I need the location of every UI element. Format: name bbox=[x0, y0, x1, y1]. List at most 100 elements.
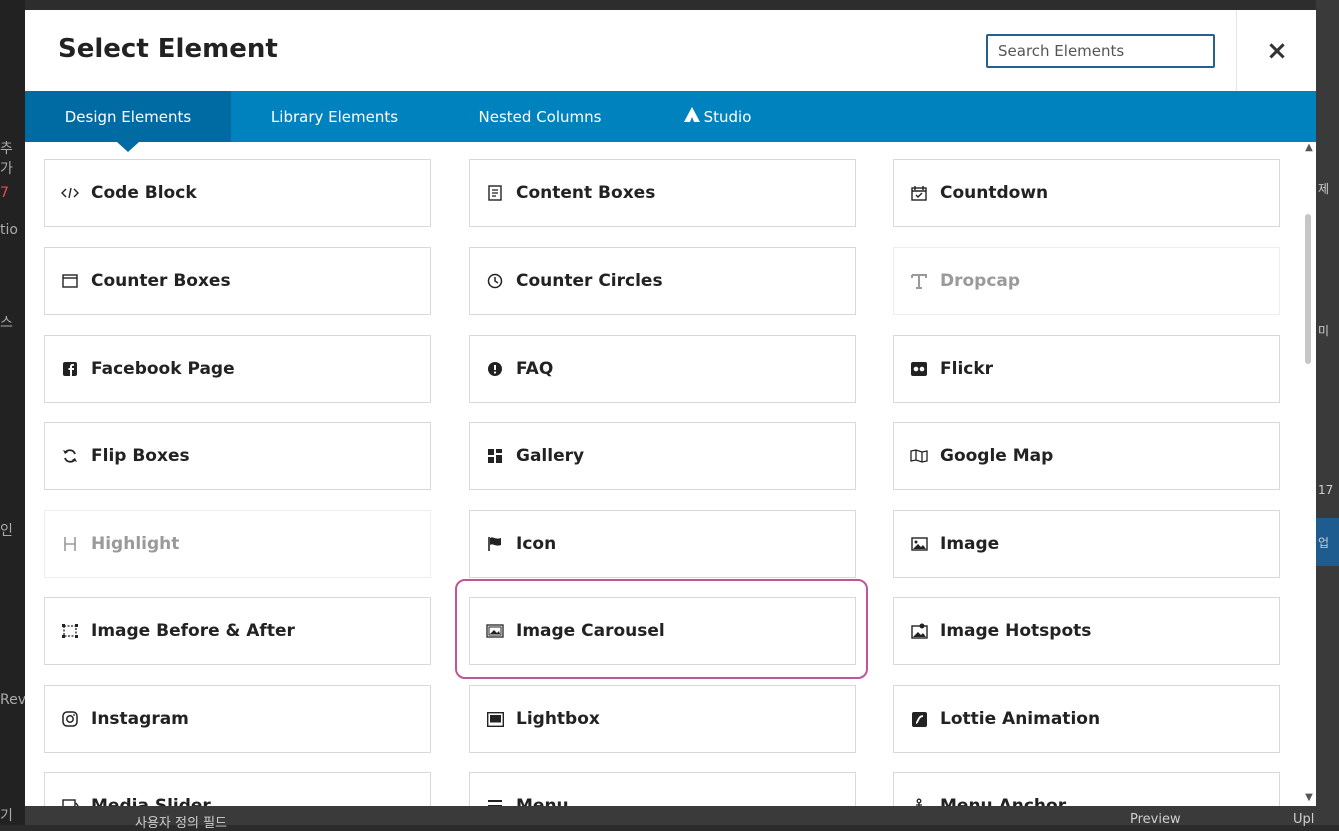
element-label: Image Carousel bbox=[516, 621, 665, 641]
element-label: Counter Circles bbox=[516, 271, 663, 291]
menu-icon bbox=[486, 797, 504, 806]
element-image-hotspots[interactable]: Image Hotspots bbox=[893, 597, 1280, 665]
bg-fragment: tio bbox=[0, 222, 18, 238]
element-label: Media Slider bbox=[91, 796, 211, 806]
tab-studio[interactable]: Studio bbox=[642, 91, 793, 142]
bg-fragment: Rev bbox=[0, 692, 26, 708]
element-label: Counter Boxes bbox=[91, 271, 231, 291]
element-code-block[interactable]: Code Block bbox=[44, 159, 431, 227]
element-label: Instagram bbox=[91, 709, 189, 729]
element-facebook-page[interactable]: Facebook Page bbox=[44, 335, 431, 403]
flag-icon bbox=[486, 535, 504, 553]
content-boxes-icon bbox=[486, 184, 504, 202]
background-right-panel: 제 미 17 업 bbox=[1316, 0, 1339, 825]
search-input[interactable] bbox=[986, 34, 1215, 68]
map-icon bbox=[910, 447, 928, 465]
tab-label: Library Elements bbox=[270, 107, 399, 126]
modal-header: Select Element × bbox=[25, 10, 1316, 92]
background-left-panel: 추가 7 tio 스 인 Rev 기 bbox=[0, 0, 26, 825]
element-label: Content Boxes bbox=[516, 183, 656, 203]
bg-fragment: 17 bbox=[1318, 483, 1334, 497]
element-menu[interactable]: Menu bbox=[469, 772, 856, 806]
element-label: Facebook Page bbox=[91, 359, 235, 379]
grid-scrollbar[interactable]: ▲ ▼ bbox=[1301, 142, 1316, 806]
clock-icon bbox=[486, 272, 504, 290]
select-element-modal: Select Element × Design Elements Library… bbox=[25, 10, 1316, 806]
modal-title: Select Element bbox=[58, 34, 278, 64]
element-media-slider[interactable]: Media Slider bbox=[44, 772, 431, 806]
element-instagram[interactable]: Instagram bbox=[44, 685, 431, 753]
gallery-grid-icon bbox=[486, 447, 504, 465]
tab-label: Studio bbox=[703, 107, 752, 126]
element-flip-boxes[interactable]: Flip Boxes bbox=[44, 422, 431, 490]
element-faq[interactable]: FAQ bbox=[469, 335, 856, 403]
bg-fragment: 업 bbox=[1318, 536, 1330, 550]
element-image-before-after[interactable]: Image Before & After bbox=[44, 597, 431, 665]
element-countdown[interactable]: Countdown bbox=[893, 159, 1280, 227]
bg-fragment: 제 bbox=[1318, 182, 1330, 196]
flickr-icon bbox=[910, 360, 928, 378]
bg-fragment: 추가 bbox=[0, 141, 13, 177]
element-label: Lightbox bbox=[516, 709, 600, 729]
element-gallery[interactable]: Gallery bbox=[469, 422, 856, 490]
tab-label: Nested Columns bbox=[478, 107, 602, 126]
image-hotspots-icon bbox=[910, 622, 928, 640]
element-label: Menu Anchor bbox=[940, 796, 1067, 806]
avada-logo-icon bbox=[683, 107, 700, 126]
element-google-map[interactable]: Google Map bbox=[893, 422, 1280, 490]
background-bottom-bar: 사용자 정의 필드 Preview Upl bbox=[25, 806, 1316, 831]
element-icon[interactable]: Icon bbox=[469, 510, 856, 578]
element-flickr[interactable]: Flickr bbox=[893, 335, 1280, 403]
anchor-icon bbox=[910, 797, 928, 806]
element-highlight[interactable]: Highlight bbox=[44, 510, 431, 578]
element-label: Gallery bbox=[516, 446, 585, 466]
tab-library-elements[interactable]: Library Elements bbox=[231, 91, 438, 142]
close-button[interactable]: × bbox=[1236, 10, 1316, 91]
lightbox-icon bbox=[486, 710, 504, 728]
tab-nested-columns[interactable]: Nested Columns bbox=[438, 91, 642, 142]
element-label: Image Hotspots bbox=[940, 621, 1092, 641]
scroll-down-icon[interactable]: ▼ bbox=[1302, 792, 1316, 804]
element-lottie-animation[interactable]: Lottie Animation bbox=[893, 685, 1280, 753]
element-counter-boxes[interactable]: Counter Boxes bbox=[44, 247, 431, 315]
image-carousel-icon bbox=[486, 622, 504, 640]
background-top bbox=[0, 0, 1339, 10]
element-content-boxes[interactable]: Content Boxes bbox=[469, 159, 856, 227]
element-label: Flickr bbox=[940, 359, 994, 379]
instagram-icon bbox=[61, 710, 79, 728]
scrollbar-thumb[interactable] bbox=[1305, 214, 1311, 364]
heading-h-icon bbox=[61, 535, 79, 553]
element-label: Highlight bbox=[91, 534, 180, 554]
code-icon bbox=[61, 184, 79, 202]
bg-fragment: 미 bbox=[1318, 324, 1330, 338]
window-icon bbox=[61, 272, 79, 290]
exclamation-circle-icon bbox=[486, 360, 504, 378]
tab-label: Design Elements bbox=[64, 107, 192, 126]
element-label: Flip Boxes bbox=[91, 446, 190, 466]
image-icon bbox=[910, 535, 928, 553]
scroll-up-icon[interactable]: ▲ bbox=[1302, 142, 1316, 154]
bg-fragment: 7 bbox=[0, 185, 9, 201]
bg-fragment: 기 bbox=[0, 808, 13, 824]
media-slider-icon bbox=[61, 797, 79, 806]
text-t-icon bbox=[910, 272, 928, 290]
element-label: Image bbox=[940, 534, 1000, 554]
element-label: FAQ bbox=[516, 359, 554, 379]
element-menu-anchor[interactable]: Menu Anchor bbox=[893, 772, 1280, 806]
element-lightbox[interactable]: Lightbox bbox=[469, 685, 856, 753]
lottie-icon bbox=[910, 710, 928, 728]
close-icon[interactable]: × bbox=[1266, 36, 1288, 66]
element-label: Countdown bbox=[940, 183, 1049, 203]
calendar-check-icon bbox=[910, 184, 928, 202]
element-dropcap[interactable]: Dropcap bbox=[893, 247, 1280, 315]
element-counter-circles[interactable]: Counter Circles bbox=[469, 247, 856, 315]
before-after-icon bbox=[61, 622, 79, 640]
element-image[interactable]: Image bbox=[893, 510, 1280, 578]
tab-design-elements[interactable]: Design Elements bbox=[25, 91, 231, 152]
bg-fragment: 스 bbox=[0, 315, 13, 331]
element-label: Google Map bbox=[940, 446, 1054, 466]
elements-grid: Code Block Content Boxes Countdown Count… bbox=[25, 142, 1316, 806]
element-label: Image Before & After bbox=[91, 621, 295, 641]
facebook-icon bbox=[61, 360, 79, 378]
element-image-carousel[interactable]: Image Carousel bbox=[469, 597, 856, 665]
